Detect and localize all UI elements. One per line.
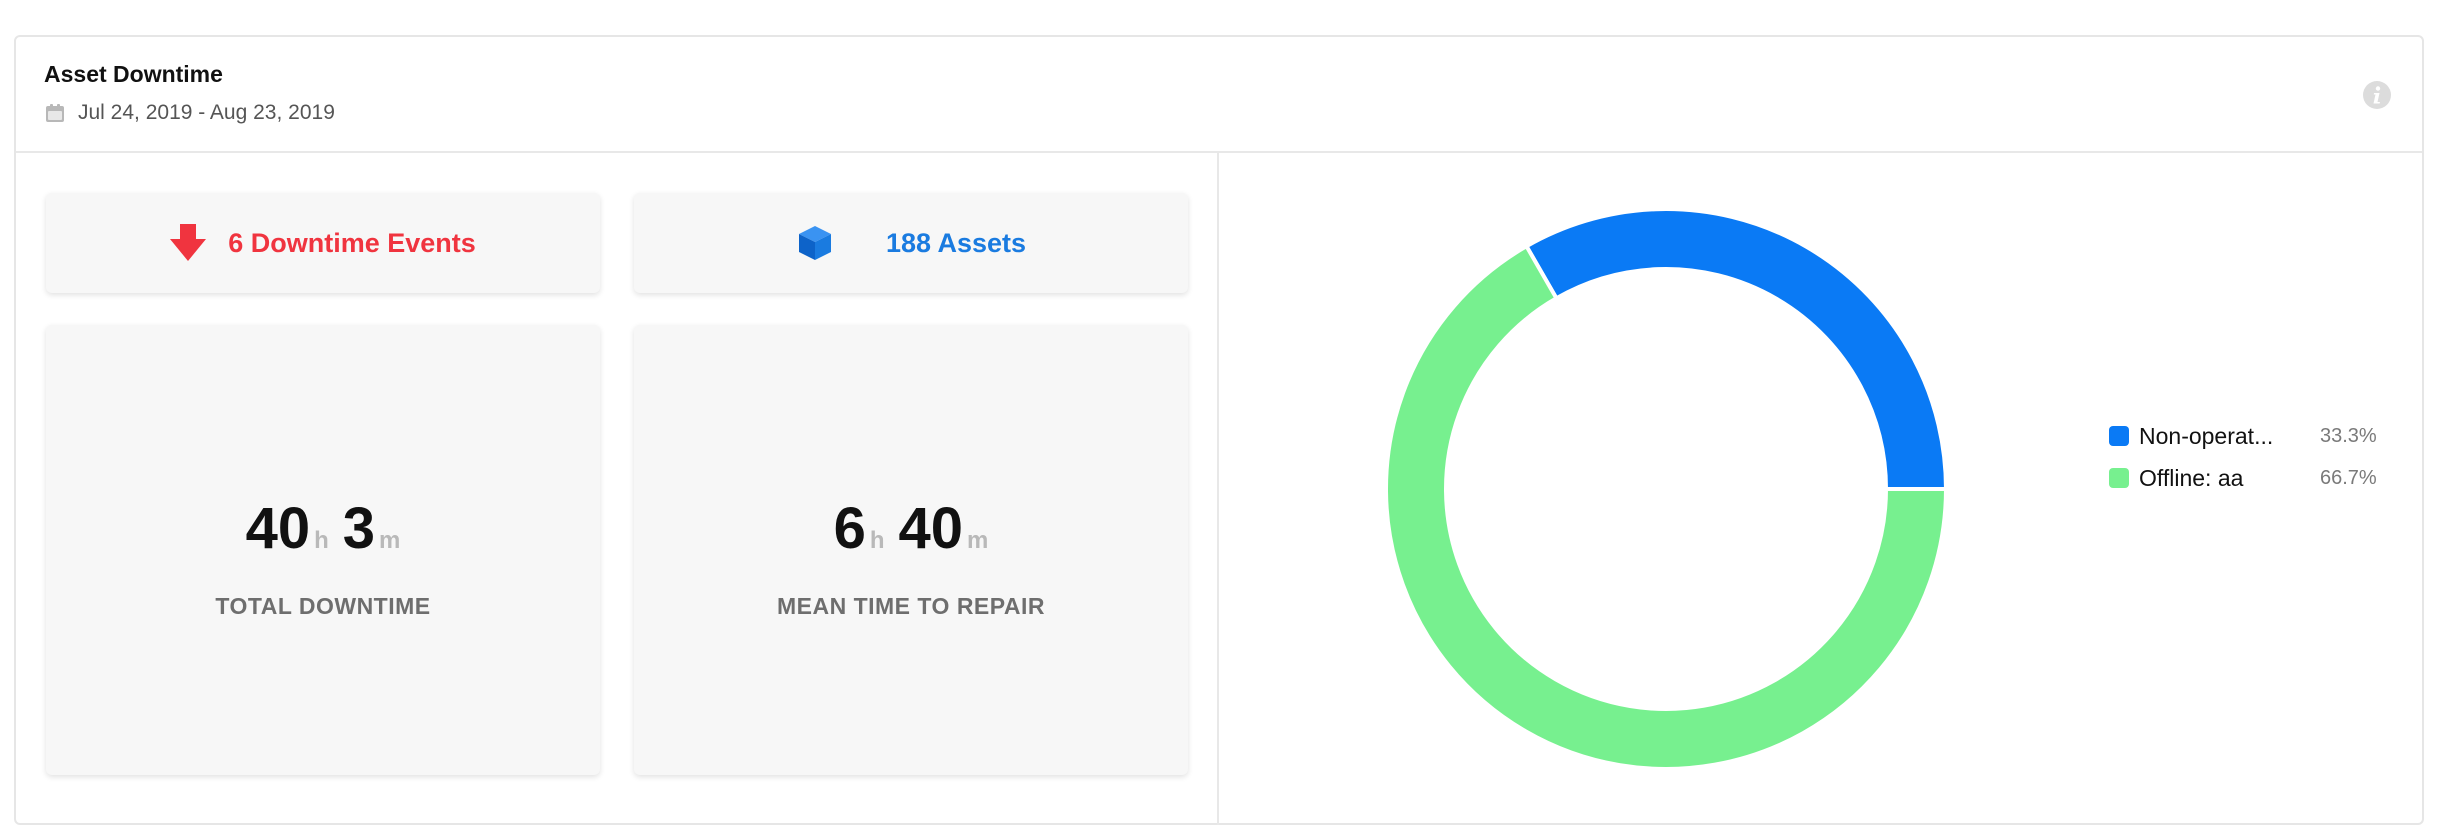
asset-downtime-card: Asset Downtime Jul 24, 2019 - Aug 23, 20… [14, 35, 2424, 825]
card-header: Asset Downtime Jul 24, 2019 - Aug 23, 20… [16, 37, 2422, 153]
info-icon[interactable] [2362, 80, 2392, 110]
donut-slice-0[interactable] [1523, 207, 1949, 491]
mttr-value: 6 h 40 m [634, 495, 1188, 562]
chart-legend: Non-operat... 33.3% Offline: aa 66.7% [2109, 415, 2399, 499]
arrow-down-icon [170, 224, 207, 261]
card-title: Asset Downtime [44, 61, 223, 87]
legend-item-non-operational[interactable]: Non-operat... 33.3% [2109, 415, 2399, 457]
legend-label: Offline: aa [2139, 464, 2244, 491]
downtime-events-tile[interactable]: 6 Downtime Events [46, 193, 600, 293]
legend-item-offline[interactable]: Offline: aa 66.7% [2109, 457, 2399, 499]
mttr-label: MEAN TIME TO REPAIR [776, 593, 1046, 619]
donut-chart-pane: Non-operat... 33.3% Offline: aa 66.7% [1219, 153, 2422, 825]
legend-percent: 66.7% [2320, 466, 2377, 489]
minutes-unit: m [967, 527, 989, 554]
mean-time-to-repair-tile: 6 h 40 m MEAN TIME TO REPAIR [634, 325, 1188, 775]
legend-swatch [2109, 426, 2129, 446]
total-downtime-hours: 40 [245, 496, 311, 561]
legend-percent: 33.3% [2320, 424, 2377, 447]
minutes-unit: m [379, 527, 401, 554]
hours-unit: h [314, 527, 329, 554]
downtime-events-label: 6 Downtime Events [228, 227, 476, 258]
legend-swatch [2109, 468, 2129, 488]
hours-unit: h [869, 527, 885, 554]
calendar-icon [46, 104, 64, 122]
cube-icon [798, 226, 831, 260]
total-downtime-minutes: 3 [342, 496, 376, 561]
assets-tile[interactable]: 188 Assets [634, 193, 1188, 293]
summary-pane: 6 Downtime Events 188 Assets 40 h 3 m TOTAL… [16, 153, 1219, 825]
legend-label: Non-operat... [2139, 422, 2274, 449]
total-downtime-label: TOTAL DOWNTIME [215, 593, 431, 619]
mttr-hours: 6 [833, 496, 866, 561]
donut-chart [1384, 207, 1949, 771]
mttr-minutes: 40 [898, 496, 964, 561]
date-range-text: Jul 24, 2019 - Aug 23, 2019 [78, 101, 335, 124]
assets-label: 188 Assets [885, 227, 1027, 258]
date-range: Jul 24, 2019 - Aug 23, 2019 [44, 101, 335, 125]
total-downtime-value: 40 h 3 m [46, 495, 600, 562]
total-downtime-tile: 40 h 3 m TOTAL DOWNTIME [46, 325, 600, 775]
